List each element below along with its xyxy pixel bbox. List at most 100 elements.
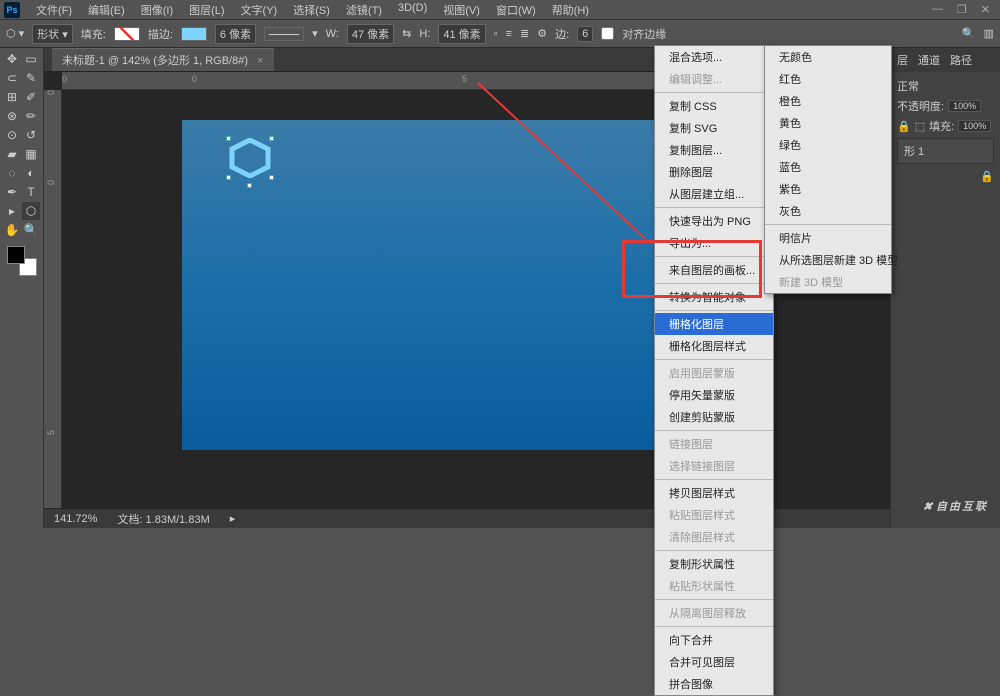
stroke-swatch[interactable] [181,27,207,41]
menu-item[interactable]: 从图层建立组... [655,183,773,205]
close-button[interactable]: ✕ [981,3,990,16]
pen-tool[interactable]: ✒ [3,183,21,201]
menu-item[interactable]: 紫色 [765,178,891,200]
tool-mode-select[interactable]: 形状 ▾ [32,24,73,44]
opacity-input[interactable]: 100% [948,100,981,112]
color-swatches[interactable] [7,246,37,276]
app-logo: Ps [4,2,20,18]
menu-f[interactable]: 文件(F) [28,2,80,18]
heal-tool[interactable]: ⊛ [3,107,21,125]
menu-item[interactable]: 合并可见图层 [655,651,773,673]
shape-tool[interactable]: ⬡ [22,202,40,220]
menu-i[interactable]: 图像(I) [133,2,181,18]
fill-opacity-input[interactable]: 100% [958,120,991,132]
restore-button[interactable]: ❐ [957,3,967,16]
shape-tool-icon[interactable]: ⬡ ▾ [6,27,24,40]
history-brush-tool[interactable]: ↺ [22,126,40,144]
menu-y[interactable]: 文字(Y) [233,2,286,18]
align-icon[interactable]: ≡ [506,28,512,40]
tab-layers[interactable]: 层 [897,52,908,68]
menu-w[interactable]: 窗口(W) [488,2,544,18]
menu-item[interactable]: 来自图层的画板... [655,259,773,281]
menu-s[interactable]: 选择(S) [285,2,338,18]
menu-item[interactable]: 复制形状属性 [655,553,773,575]
menu-item[interactable]: 创建剪贴蒙版 [655,406,773,428]
menu-item[interactable]: 向下合并 [655,629,773,651]
menu-item[interactable]: 复制 CSS [655,95,773,117]
menu-e[interactable]: 编辑(E) [80,2,133,18]
blur-tool[interactable]: ◌ [3,164,21,182]
context-menu-layer: 混合选项...编辑调整... 复制 CSS复制 SVG复制图层...删除图层从图层… [654,45,774,696]
menu-item[interactable]: 明信片 [765,227,891,249]
menu-item[interactable]: 栅格化图层样式 [655,335,773,357]
menu-t[interactable]: 滤镜(T) [338,2,390,18]
quick-select-tool[interactable]: ✎ [22,69,40,87]
sides-input[interactable]: 6 [577,26,593,42]
menu-dd[interactable]: 3D(D) [390,2,435,18]
menu-item[interactable]: 停用矢量蒙版 [655,384,773,406]
eraser-tool[interactable]: ▰ [3,145,21,163]
menu-item[interactable]: 混合选项... [655,46,773,68]
menu-h[interactable]: 帮助(H) [544,2,597,18]
menu-item[interactable]: 灰色 [765,200,891,222]
menu-item[interactable]: 栅格化图层 [655,313,773,335]
document-tab[interactable]: 未标题-1 @ 142% (多边形 1, RGB/8#) × [52,48,274,71]
gradient-tool[interactable]: ▦ [22,145,40,163]
lock-icon[interactable]: 🔒 [980,170,994,183]
layer-item[interactable]: 形 1 [897,138,994,164]
move-tool[interactable]: ✥ [3,50,21,68]
menu-item[interactable]: 绿色 [765,134,891,156]
stamp-tool[interactable]: ⊙ [3,126,21,144]
menu-item[interactable]: 复制 SVG [655,117,773,139]
height-input[interactable]: 41 像素 [438,24,485,44]
path-ops-icon[interactable]: ▫ [494,28,498,40]
crop-tool[interactable]: ⊞ [3,88,21,106]
menu-item[interactable]: 拷贝图层样式 [655,482,773,504]
tab-paths[interactable]: 路径 [950,52,972,68]
menu-item[interactable]: 橙色 [765,90,891,112]
menu-item: 编辑调整... [655,68,773,90]
menu-item[interactable]: 拼合图像 [655,673,773,695]
menu-item[interactable]: 删除图层 [655,161,773,183]
dodge-tool[interactable]: ◐ [22,164,40,182]
tab-close-icon[interactable]: × [257,55,263,67]
stroke-width-input[interactable]: 6 像素 [215,24,256,44]
menu-item[interactable]: 复制图层... [655,139,773,161]
artboard-tool[interactable]: ▭ [22,50,40,68]
gear-icon[interactable]: ⚙ [537,27,547,40]
menu-item: 新建 3D 模型 [765,271,891,293]
hand-tool[interactable]: ✋ [3,221,21,239]
window-controls: — ❐ ✕ [932,3,996,16]
ruler-vertical: 005 [44,90,62,508]
tab-channels[interactable]: 通道 [918,52,940,68]
menu-item[interactable]: 从所选图层新建 3D 模型 [765,249,891,271]
arrange-icon[interactable]: ≣ [520,27,529,40]
menu-item[interactable]: 导出为... [655,232,773,254]
align-edges-checkbox[interactable] [601,27,614,40]
menu-l[interactable]: 图层(L) [181,2,232,18]
link-wh-icon[interactable]: ⇆ [402,27,411,40]
brush-tool[interactable]: ✏ [22,107,40,125]
width-input[interactable]: 47 像素 [347,24,394,44]
menu-item[interactable]: 红色 [765,68,891,90]
zoom-tool[interactable]: 🔍 [22,221,40,239]
menu-item[interactable]: 蓝色 [765,156,891,178]
minimize-button[interactable]: — [932,3,943,16]
workspace-icon[interactable]: ▥ [984,27,994,40]
menu-item[interactable]: 黄色 [765,112,891,134]
menu-v[interactable]: 视图(V) [435,2,488,18]
eyedropper-tool[interactable]: ✐ [22,88,40,106]
lasso-tool[interactable]: ⊂ [3,69,21,87]
menu-item: 粘贴形状属性 [655,575,773,597]
menu-item: 选择链接图层 [655,455,773,477]
menu-item[interactable]: 无颜色 [765,46,891,68]
zoom-value[interactable]: 141.72% [54,513,97,525]
menu-item[interactable]: 快速导出为 PNG [655,210,773,232]
path-select-tool[interactable]: ▸ [3,202,21,220]
search-icon[interactable]: 🔍 [962,27,976,40]
blend-mode-select[interactable]: 正常 [897,78,919,94]
polygon-shape[interactable] [228,138,272,178]
fill-swatch[interactable] [114,27,140,41]
menu-item[interactable]: 转换为智能对象 [655,286,773,308]
type-tool[interactable]: T [22,183,40,201]
